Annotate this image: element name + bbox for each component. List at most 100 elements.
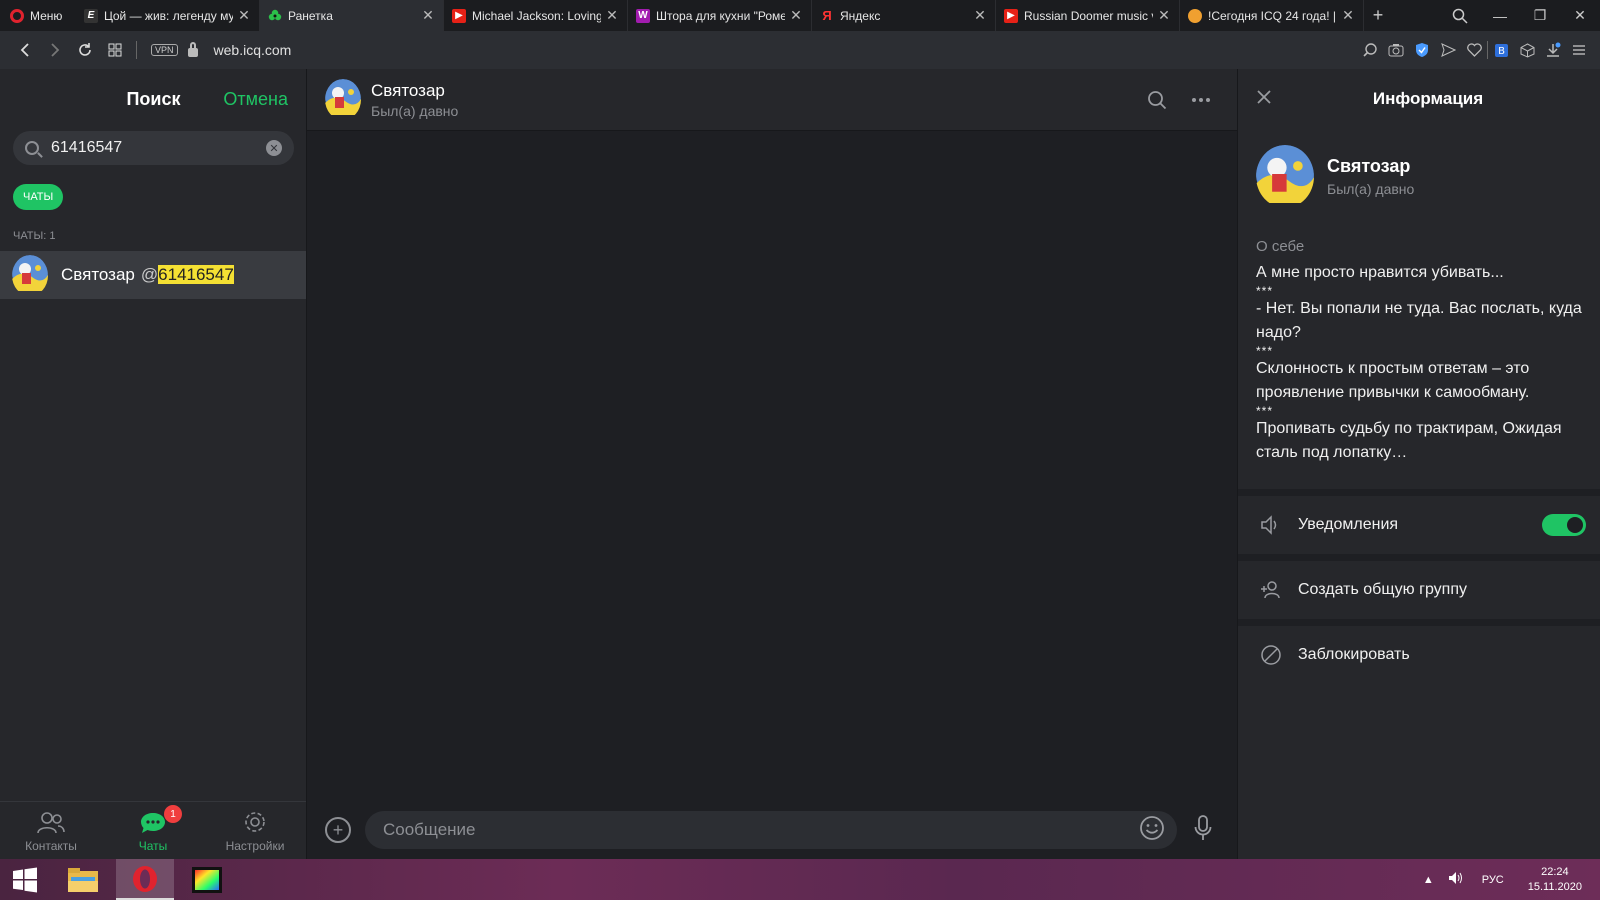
profile-avatar[interactable] [1256,145,1314,208]
forward-icon[interactable] [40,35,70,65]
minimize-button[interactable]: — [1480,0,1520,31]
tab-title: Russian Doomer music vol [1024,8,1153,23]
clear-search-icon[interactable]: ✕ [266,140,282,156]
search-header: Поиск Отмена [0,69,306,129]
info-header: Информация [1238,69,1600,129]
add-user-icon [1261,581,1280,599]
new-tab-button[interactable]: + [1364,0,1392,31]
restore-button[interactable]: ❐ [1520,0,1560,31]
volume-icon[interactable] [1448,871,1464,888]
tab-russian-doomer[interactable]: ▶ Russian Doomer music vol ✕ [996,0,1180,31]
extension-icon[interactable]: B [1488,37,1514,63]
tab-close-icon[interactable]: ✕ [973,7,987,24]
youtube-icon: ▶ [1004,8,1018,23]
nav-chats[interactable]: 1 Чаты [102,802,204,859]
windows-start-icon[interactable] [0,859,50,900]
about-text: А мне просто нравится убивать... *** - Н… [1256,261,1582,465]
color-app-icon[interactable] [178,859,236,900]
nav-settings[interactable]: Настройки [204,802,306,859]
clock[interactable]: 22:24 15.11.2020 [1528,865,1582,895]
heart-icon[interactable] [1461,37,1487,63]
tab-close-icon[interactable]: ✕ [789,7,803,24]
zoom-icon[interactable] [1357,37,1383,63]
speed-dial-icon[interactable] [100,35,130,65]
file-explorer-icon[interactable] [54,859,112,900]
avatar[interactable] [325,79,361,120]
result-name: Святозар [61,265,135,284]
chat-contact-status: Был(а) давно [371,102,459,119]
create-group-row[interactable]: Создать общую группу [1238,561,1600,619]
tab-close-icon[interactable]: ✕ [1157,7,1171,24]
chat-search-icon[interactable] [1135,90,1179,110]
emoji-icon[interactable] [1139,815,1165,846]
chat-panel: Святозар Был(а) давно + [307,69,1237,859]
svg-text:B: B [1498,46,1505,57]
back-icon[interactable] [10,35,40,65]
message-input[interactable] [383,820,1139,840]
message-box[interactable] [365,811,1177,849]
tab-michael-jackson[interactable]: ▶ Michael Jackson: Loving You ✕ [444,0,628,31]
opera-menu-button[interactable]: Меню [0,0,76,31]
tab-title: Ранетка [288,8,333,23]
divider [1238,554,1600,561]
tab-yandex[interactable]: Я Яндекс ✕ [812,0,996,31]
easy-setup-icon[interactable] [1566,37,1592,63]
chats-icon [141,813,165,833]
tab-title: !Сегодня ICQ 24 года! | ICQ [1208,8,1337,23]
nav-settings-label: Настройки [225,839,285,853]
attach-plus-icon[interactable]: + [325,817,351,843]
cube-icon[interactable] [1514,37,1540,63]
tab-close-icon[interactable]: ✕ [1341,7,1355,24]
search-result-item[interactable]: Святозар @61416547 [0,251,306,299]
send-icon[interactable] [1435,37,1461,63]
tab-icq-24[interactable]: !Сегодня ICQ 24 года! | ICQ ✕ [1180,0,1364,31]
nav-chats-label: Чаты [138,839,168,853]
windows-taskbar: ▲ РУС 22:24 15.11.2020 [0,859,1600,900]
menu-label: Меню [30,8,63,23]
divider [1238,619,1600,626]
microphone-icon[interactable] [1193,814,1213,847]
tab-tsoi[interactable]: E Цой — жив: легенду музыки ✕ [76,0,260,31]
tab-close-icon[interactable]: ✕ [237,7,251,24]
downloads-icon[interactable] [1540,37,1566,63]
close-window-button[interactable]: ✕ [1560,0,1600,31]
language-indicator[interactable]: РУС [1482,874,1504,886]
filter-chip-chats[interactable]: ЧАТЫ [13,184,64,210]
tab-close-icon[interactable]: ✕ [421,7,435,24]
speaker-icon [1261,515,1277,535]
tab-search-icon[interactable] [1440,0,1480,31]
nav-contacts[interactable]: Контакты [0,802,102,859]
search-panel: Поиск Отмена ✕ ЧАТЫ ЧАТЫ: 1 Святозар @61… [0,69,307,859]
block-row[interactable]: Заблокировать [1238,626,1600,684]
clover-icon [268,9,282,23]
divider [1238,489,1600,496]
profile-status: Был(а) давно [1327,181,1415,197]
notifications-toggle[interactable] [1542,514,1586,536]
close-icon[interactable] [1256,89,1272,110]
tab-close-icon[interactable]: ✕ [605,7,619,24]
search-input[interactable] [51,139,266,157]
tray-expand-icon[interactable]: ▲ [1423,874,1434,886]
yandex-icon: Я [822,8,832,23]
nav-contacts-label: Контакты [25,839,77,853]
chat-header-info[interactable]: Святозар Был(а) давно [371,81,458,119]
search-field[interactable]: ✕ [13,131,294,165]
clock-date: 15.11.2020 [1527,880,1582,893]
lock-icon[interactable] [187,41,198,57]
bottom-navigation: Контакты 1 Чаты Настройки [0,801,306,859]
more-options-icon[interactable] [1179,97,1223,103]
cancel-button[interactable]: Отмена [223,89,288,110]
about-separator: *** [1256,404,1274,418]
url-field[interactable]: web.icq.com [214,42,292,58]
vpn-badge[interactable]: VPN [151,44,178,56]
opera-taskbar-icon[interactable] [116,859,174,900]
result-uin: @61416547 [141,265,234,285]
snapshot-icon[interactable] [1383,37,1409,63]
result-at-symbol: @ [140,265,159,284]
shield-icon[interactable] [1409,37,1435,63]
chat-contact-name: Святозар [371,80,445,100]
tab-ranetka[interactable]: Ранетка ✕ [260,0,444,31]
reload-icon[interactable] [70,35,100,65]
tab-shtora[interactable]: W Штора для кухни "Ромео" ✕ [628,0,812,31]
notifications-row[interactable]: Уведомления [1238,496,1600,554]
